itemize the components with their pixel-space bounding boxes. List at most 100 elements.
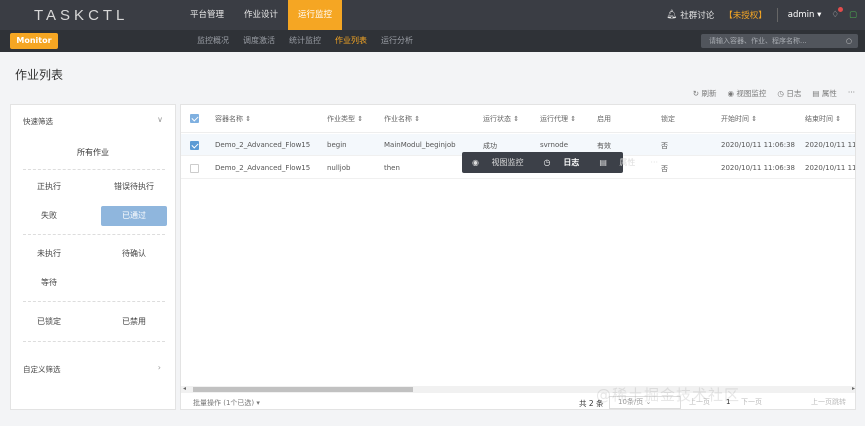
file-icon: ▤ (812, 89, 820, 98)
row-checkbox[interactable] (190, 164, 199, 173)
top-nav-monitor[interactable]: 运行监控 (288, 0, 343, 30)
eye-icon: ◉ (472, 158, 479, 167)
divider (23, 341, 165, 342)
cell-enabled: 有效 (597, 142, 611, 150)
notification-icon[interactable]: ♢ (831, 7, 843, 20)
divider (23, 301, 165, 302)
properties-button[interactable]: ▤ 属性 (812, 88, 836, 99)
monitor-button[interactable]: Monitor (10, 33, 58, 49)
popup-more[interactable]: ··· (645, 158, 663, 167)
custom-filter[interactable]: 自定义筛选 (23, 364, 61, 375)
chevron-right-icon[interactable]: › (158, 363, 161, 372)
tab-activation[interactable]: 调度激活 (236, 30, 282, 52)
toolbar: ↻ 刷新 ◉ 视图监控 ◷ 日志 ▤ 属性 ··· (693, 88, 855, 99)
col-container[interactable]: 容器名称 ⇕ (215, 114, 251, 124)
filter-error[interactable]: 错误待执行 (101, 177, 167, 197)
cell-name: MainModul_beginjob (384, 141, 456, 149)
license-status[interactable]: 【未授权】 (724, 9, 767, 21)
filter-failed[interactable]: 失败 (16, 206, 82, 226)
col-agent[interactable]: 运行代理 ⇕ (540, 114, 576, 124)
bell-outline-icon: 🔔︎ (666, 10, 678, 20)
popup-log-label: 日志 (563, 158, 580, 167)
popup-view-monitor[interactable]: ◉ 视图监控 (462, 157, 534, 168)
filter-pending[interactable]: 待确认 (101, 244, 167, 264)
filter-not-run[interactable]: 未执行 (16, 244, 82, 264)
tab-statistics[interactable]: 统计监控 (282, 30, 328, 52)
col-enabled: 启用 (597, 115, 611, 123)
cell-locked: 否 (661, 142, 668, 150)
col-locked: 锁定 (661, 115, 675, 123)
job-table-panel: 容器名称 ⇕ 作业类型 ⇕ 作业名称 ⇕ 运行状态 ⇕ 运行代理 ⇕ 启用 锁定… (180, 104, 856, 410)
scrollbar-thumb[interactable] (193, 387, 413, 392)
clock-icon: ◷ (543, 158, 551, 167)
divider (23, 169, 165, 170)
batch-operation[interactable]: 批量操作 (1个已选) ▾ (193, 398, 260, 408)
divider (776, 8, 778, 22)
chat-icon[interactable]: ▢ (849, 10, 857, 20)
logo: TASKCTL (34, 6, 129, 24)
top-nav: 平台管理 作业设计 运行监控 (180, 0, 343, 30)
col-start[interactable]: 开始时间 ⇕ (721, 114, 757, 124)
col-name[interactable]: 作业名称 ⇕ (384, 114, 420, 124)
filter-locked[interactable]: 已锁定 (16, 312, 82, 332)
top-right-area: 🔔︎ 社群讨论 【未授权】 admin ▾ ♢ ▢ (666, 0, 865, 30)
cell-type: nulljob (327, 164, 351, 172)
refresh-icon: ↻ (692, 89, 700, 98)
tab-overview[interactable]: 监控概况 (190, 30, 236, 52)
cell-start: 2020/10/11 11:06:38 (721, 141, 796, 149)
col-type[interactable]: 作业类型 ⇕ (327, 114, 363, 124)
popup-properties-label: 属性 (619, 158, 636, 167)
cell-status: 成功 (483, 142, 497, 150)
select-all-checkbox[interactable] (190, 114, 199, 123)
filter-passed[interactable]: 已通过 (101, 206, 167, 226)
divider (23, 234, 165, 235)
popup-view-monitor-label: 视图监控 (491, 158, 524, 167)
search-input[interactable]: 请输入容器、作业、程序名称... ○ (701, 34, 858, 48)
popup-properties[interactable]: ▤ 属性 (589, 157, 645, 168)
file-icon: ▤ (599, 158, 607, 167)
page-title: 作业列表 (15, 68, 64, 82)
chevron-down-icon[interactable]: ∨ (157, 115, 163, 124)
next-page-button[interactable]: 下一页 (741, 396, 767, 409)
col-status[interactable]: 运行状态 ⇕ (483, 114, 519, 124)
quick-filter-heading[interactable]: 快速筛选 (23, 116, 53, 127)
filter-waiting[interactable]: 等待 (16, 273, 82, 293)
row-checkbox[interactable] (190, 141, 199, 150)
jump-page-button[interactable]: 上一页跳转 (811, 396, 851, 409)
sub-nav: 监控概况 调度激活 统计监控 作业列表 运行分析 (190, 30, 420, 52)
filter-running[interactable]: 正执行 (16, 177, 82, 197)
cell-start: 2020/10/11 11:06:38 (721, 164, 796, 172)
tab-analysis[interactable]: 运行分析 (374, 30, 420, 52)
log-label: 日志 (786, 89, 802, 98)
cell-container: Demo_2_Advanced_Flow15 (215, 141, 311, 149)
eye-icon: ◉ (727, 89, 735, 98)
view-monitor-label: 视图监控 (736, 89, 767, 98)
user-menu[interactable]: admin ▾ (788, 10, 822, 20)
notification-dot (837, 7, 843, 12)
search-placeholder: 请输入容器、作业、程序名称... (709, 37, 807, 45)
scroll-left-icon[interactable]: ◂ (183, 385, 186, 392)
search-icon[interactable]: ○ (846, 34, 852, 48)
cell-end: 2020/10/11 11: (805, 141, 856, 149)
clock-icon: ◷ (777, 89, 784, 98)
top-nav-platform[interactable]: 平台管理 (180, 0, 234, 30)
filter-disabled[interactable]: 已禁用 (101, 312, 167, 332)
community-label: 社群讨论 (680, 11, 715, 21)
scroll-right-icon[interactable]: ▸ (852, 385, 855, 392)
filter-all[interactable]: 所有作业 (11, 147, 175, 158)
community-link[interactable]: 🔔︎ 社群讨论 (666, 9, 714, 21)
popup-log[interactable]: ◷ 日志 (534, 157, 590, 168)
tab-job-list[interactable]: 作业列表 (328, 30, 374, 52)
top-nav-design[interactable]: 作业设计 (234, 0, 288, 30)
horizontal-scrollbar[interactable]: ◂ ▸ (181, 385, 855, 393)
col-end[interactable]: 结束时间 ⇕ (805, 114, 841, 124)
top-bar: TASKCTL 平台管理 作业设计 运行监控 🔔︎ 社群讨论 【未授权】 adm… (0, 0, 865, 30)
refresh-button[interactable]: ↻ 刷新 (693, 88, 717, 99)
refresh-label: 刷新 (701, 89, 717, 98)
view-monitor-button[interactable]: ◉ 视图监控 (727, 88, 766, 99)
cell-agent: svrnode (540, 141, 569, 149)
more-button[interactable]: ··· (848, 88, 855, 99)
cell-type: begin (327, 141, 347, 149)
properties-label: 属性 (821, 89, 837, 98)
log-button[interactable]: ◷ 日志 (777, 88, 801, 99)
